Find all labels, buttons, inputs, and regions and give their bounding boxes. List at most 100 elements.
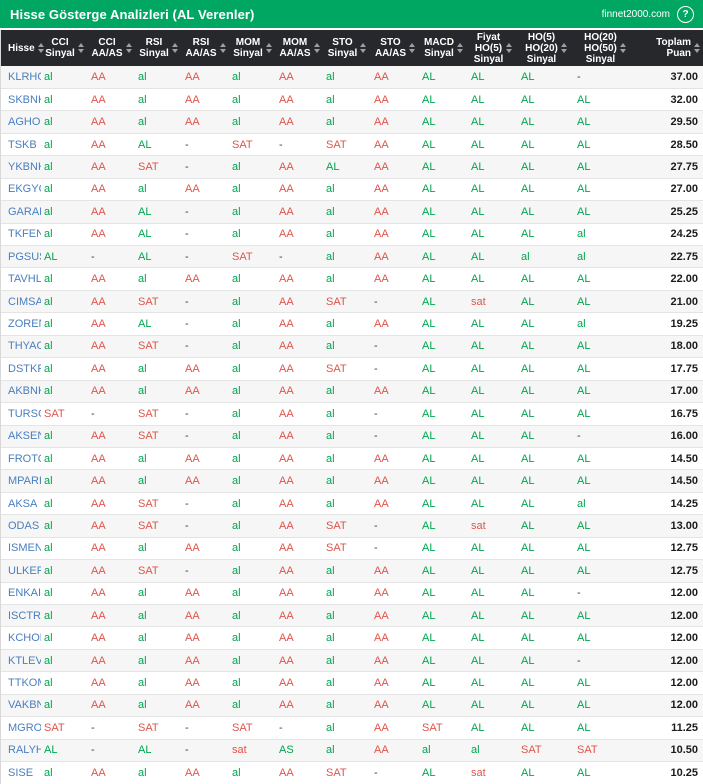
column-header-macd-sinyal[interactable]: MACD Sinyal [419,30,468,66]
ticker-link[interactable]: SISE [1,761,41,784]
ticker-link[interactable]: MPARK [1,469,41,493]
score-cell: 12.00 [636,604,703,628]
sort-icon[interactable] [560,43,567,53]
signal-cell: al [41,671,88,695]
column-header-sto-aaas[interactable]: STO AA/AS [371,30,419,66]
signal-cell: al [323,402,371,426]
sort-icon[interactable] [506,43,513,53]
ticker-link[interactable]: AKSA [1,492,41,516]
stock-analysis-widget: Hisse Gösterge Analizleri (AL Verenler) … [0,0,703,784]
column-header-rsi-sinyal[interactable]: RSI Sinyal [135,30,182,66]
signal-cell: AA [276,66,323,89]
sort-icon[interactable] [77,43,84,53]
help-icon[interactable]: ? [677,5,694,23]
signal-cell: AL [518,425,574,448]
ticker-link[interactable]: ODAS [1,514,41,538]
ticker-link[interactable]: EKGYO [1,178,41,202]
signal-cell: al [229,380,276,404]
ticker-link[interactable]: KTLEV [1,649,41,673]
sort-icon[interactable] [219,43,226,53]
column-header-mom-aaas[interactable]: MOM AA/AS [276,30,323,66]
ticker-link[interactable]: AGHOL [1,110,41,134]
sort-icon[interactable] [265,43,272,53]
column-label: RSI Sinyal [139,37,169,59]
signal-cell: AA [182,582,229,606]
sort-icon[interactable] [457,43,463,53]
score-cell: 14.25 [636,492,703,516]
column-header-cci-aaas[interactable]: CCI AA/AS [88,30,135,66]
signal-cell: AA [182,88,229,112]
signal-cell: SAT [135,514,182,538]
sort-icon[interactable] [619,43,626,53]
table-row: AKSA al AA SAT - al AA al AA AL AL AL al 14.25 [1,492,703,516]
signal-cell: AL [468,267,518,291]
ticker-link[interactable]: ULKER [1,559,41,583]
sort-icon[interactable] [313,43,320,53]
ticker-link[interactable]: RALYH [1,739,41,763]
ticker-link[interactable]: CIMSA [1,290,41,314]
ticker-link[interactable]: PGSUS [1,245,41,269]
ticker-link[interactable]: THYAO [1,335,41,359]
column-header-mom-sinyal[interactable]: MOM Sinyal [229,30,276,66]
sort-icon[interactable] [125,43,132,53]
ticker-link[interactable]: DSTKF [1,357,41,381]
ticker-link[interactable]: SKBNK [1,88,41,112]
table-row: CIMSA al AA SAT - al AA SAT - AL sat AL AL 21.00 [1,290,703,314]
signal-cell: al [41,290,88,314]
ticker-link[interactable]: TAVHL [1,267,41,291]
signal-cell: al [323,671,371,695]
ticker-link[interactable]: MGROS [1,716,41,740]
signal-cell: al [41,133,88,157]
signal-cell: AA [276,402,323,426]
column-label: MOM Sinyal [233,37,263,59]
sort-icon[interactable] [360,43,367,53]
column-header-ho20-ho50[interactable]: HO(20) HO(50) Sinyal [574,30,636,66]
table-row: PGSUSAL-AL-SAT-alAAALALalal22.75 [1,245,703,269]
signal-cell: al [135,88,182,112]
ticker-link[interactable]: KCHOL [1,626,41,650]
signal-cell: AA [88,626,135,650]
column-label: CCI AA/AS [91,37,123,59]
score-cell: 12.75 [636,537,703,561]
column-header-rsi-aaas[interactable]: RSI AA/AS [182,30,229,66]
column-header-toplam-puan[interactable]: Toplam Puan [636,30,703,66]
score-cell: 18.00 [636,335,703,359]
ticker-link[interactable]: TKFEN [1,223,41,247]
ticker-link[interactable]: YKBNK [1,155,41,179]
ticker-link[interactable]: ISCTR [1,604,41,628]
ticker-link[interactable]: VAKBN [1,694,41,718]
signal-cell: AA [88,582,135,606]
signal-cell: - [574,425,636,448]
table-row: YKBNKalAASAT-alAAALAAALALALAL27.75 [1,155,703,179]
signal-cell: SAT [518,739,574,763]
table-row: FROTOalAAalAAalAAalAAALALALAL14.50 [1,447,703,471]
ticker-link[interactable]: TURSG [1,402,41,426]
column-header-sto-sinyal[interactable]: STO Sinyal [323,30,371,66]
column-header-ho5-ho20[interactable]: HO(5) HO(20) Sinyal [518,30,574,66]
ticker-link[interactable]: AKSEN [1,425,41,448]
signal-cell: - [182,514,229,538]
sort-icon[interactable] [409,43,416,53]
ticker-link[interactable]: FROTO [1,447,41,471]
signal-cell: AL [574,514,636,538]
ticker-link[interactable]: TSKB [1,133,41,157]
ticker-link[interactable]: TTKOM [1,671,41,695]
sort-icon[interactable] [171,43,178,53]
signal-cell: AL [419,447,468,471]
ticker-link[interactable]: ZOREN [1,312,41,336]
ticker-link[interactable]: AKBNK [1,380,41,404]
ticker-link[interactable]: ISMEN [1,537,41,561]
ticker-link[interactable]: GARAN [1,200,41,224]
sort-icon[interactable] [37,43,44,53]
table-row: EKGYOalAAalAAalAAalAAALALALAL27.00 [1,178,703,202]
ticker-link[interactable]: ENKAI [1,582,41,606]
column-label: HO(5) HO(20) Sinyal [525,31,558,65]
ticker-link[interactable]: KLRHO [1,66,41,89]
column-header-cci-sinyal[interactable]: CCI Sinyal [41,30,88,66]
column-header-hisse[interactable]: Hisse [1,30,44,66]
signal-cell: al [135,357,182,381]
signal-cell: AL [468,133,518,157]
signal-cell: AL [419,133,468,157]
sort-icon[interactable] [694,43,700,53]
column-header-fiyat-ho5[interactable]: Fiyat HO(5) Sinyal [468,30,518,66]
